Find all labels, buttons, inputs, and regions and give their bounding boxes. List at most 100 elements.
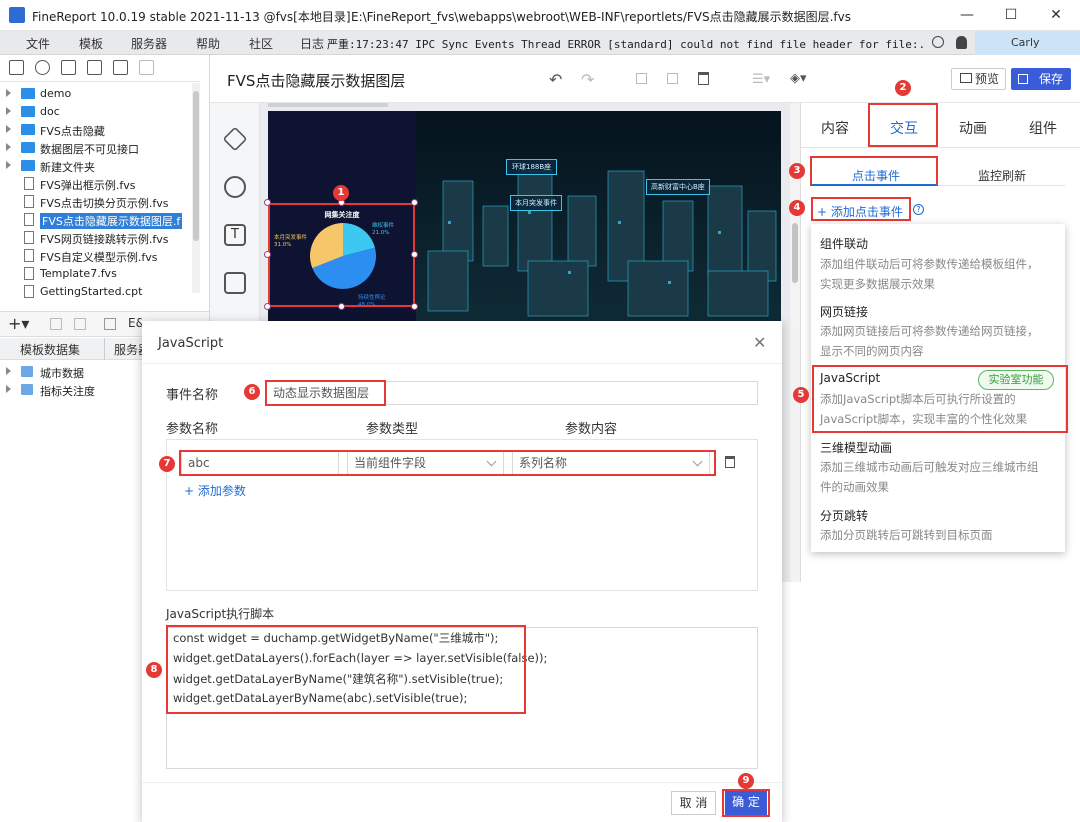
log-message: 严重:17:23:47 IPC Sync Events Thread ERROR… [327,38,927,51]
resize-handle[interactable] [411,251,418,258]
step-marker: 5 [793,387,809,403]
tree-folder[interactable]: doc [0,103,200,121]
menu-community[interactable]: 社区 [249,35,273,52]
redo-icon[interactable]: ↷ [581,70,594,89]
tree-folder[interactable]: 新建文件夹 [0,157,200,175]
tab-component[interactable]: 组件 [1029,118,1057,138]
file-icon [24,195,34,208]
tree-folder[interactable]: 数据图层不可见接口 [0,139,200,157]
file-icon [24,213,34,226]
menu-item-web-link[interactable]: 网页链接 [820,303,868,320]
menu-file[interactable]: 文件 [26,35,50,52]
menu-help[interactable]: 帮助 [196,35,220,52]
tree-file[interactable]: FVS点击切换分页示例.fvs [0,193,200,211]
bell-icon[interactable] [956,36,967,49]
tree-item-label: GettingStarted.cpt [40,285,143,298]
layer-icon[interactable]: ◈▾ [790,71,807,86]
minimize-icon[interactable]: — [953,4,981,26]
tree-item-label: demo [40,87,72,100]
menu-item-desc: 添加组件联动后可将参数传递给模板组件，实现更多数据展示效果 [820,257,1039,291]
monitor-icon [960,73,972,83]
copy-icon[interactable] [636,73,647,84]
resize-handle[interactable] [411,199,418,206]
resize-handle[interactable] [338,303,345,310]
file-icon [24,177,34,190]
delete-icon[interactable] [113,60,128,75]
search-icon[interactable] [932,36,944,48]
tab-content[interactable]: 内容 [821,118,849,138]
menu-item-widget-link[interactable]: 组件联动 [820,235,868,252]
text-icon[interactable]: T [224,224,246,246]
tree-file[interactable]: FVS自定义模型示例.fvs [0,247,200,265]
log-label[interactable]: 日志 [300,35,324,52]
delete-icon[interactable] [698,72,709,85]
tree-file[interactable]: FVS点击隐藏展示数据图层.f [0,211,200,229]
resize-handle[interactable] [264,251,271,258]
scene-label: 高新财富中心B座 [646,179,710,195]
highlight-box [722,789,770,817]
tree-folder[interactable]: demo [0,85,200,103]
chevron-right-icon[interactable] [6,125,11,133]
tree-item-label: FVS点击隐藏 [40,125,105,138]
tree-file[interactable]: GettingStarted.cpt [0,283,200,301]
resize-handle[interactable] [411,303,418,310]
add-dataset-icon[interactable]: +▾ [8,314,29,333]
tab-template-dataset[interactable]: 模板数据集 [20,341,80,358]
event-name-label: 事件名称 [166,388,219,403]
settings-icon[interactable] [87,60,102,75]
paste-icon[interactable] [667,73,678,84]
chevron-right-icon[interactable] [6,107,11,115]
undo-icon[interactable]: ↶ [549,70,562,89]
menu-item-3d-animation[interactable]: 三维模型动画 [820,439,892,456]
copy-icon[interactable] [139,60,154,75]
cancel-button[interactable]: 取 消 [671,791,716,815]
tab-animation[interactable]: 动画 [959,118,987,138]
document-title: FVS点击隐藏展示数据图层 [227,72,406,90]
menu-item-desc: 添加三维城市动画后可触发对应三维城市组件的动画效果 [820,460,1039,494]
add-param-button[interactable]: + 添加参数 [184,482,246,499]
edit-icon[interactable] [50,318,62,330]
close-icon[interactable]: ✕ [753,333,766,352]
file-icon [24,249,34,262]
folder-icon [21,124,35,135]
scene-label: 本月突发事件 [510,195,562,211]
menu-server[interactable]: 服务器 [131,35,167,52]
tree-item-label: FVS弹出框示例.fvs [40,179,136,192]
chevron-right-icon[interactable] [6,161,11,169]
tree-item-label: FVS网页链接跳转示例.fvs [40,233,169,246]
new-template-icon[interactable] [9,60,24,75]
tree-file[interactable]: FVS网页链接跳转示例.fvs [0,229,200,247]
tree-file[interactable]: FVS弹出框示例.fvs [0,175,200,193]
column-param-content: 参数内容 [565,422,618,437]
trash-icon[interactable] [74,318,86,330]
resize-handle[interactable] [264,303,271,310]
folder-icon [21,88,35,99]
maximize-icon[interactable]: ☐ [997,4,1025,26]
divider [142,363,782,364]
refresh-icon[interactable] [35,60,50,75]
user-area[interactable]: Carly [975,31,1080,55]
subtab-monitor-refresh[interactable]: 监控刷新 [978,167,1026,184]
chevron-right-icon[interactable] [6,143,11,151]
highlight-box [810,156,938,186]
menu-item-page-jump[interactable]: 分页跳转 [820,507,868,524]
help-icon[interactable]: ? [913,204,924,215]
tree-folder[interactable]: FVS点击隐藏 [0,121,200,139]
menubar: 文件 模板 服务器 帮助 社区 日志 严重:17:23:47 IPC Sync … [0,31,1080,55]
tree-item-label: doc [40,105,60,118]
preview-data-icon[interactable] [104,318,116,330]
tree-file[interactable]: Template7.fvs [0,265,200,283]
highlight-box [166,625,526,714]
resize-handle[interactable] [264,199,271,206]
pie-chart-icon[interactable] [224,176,246,198]
open-icon[interactable] [61,60,76,75]
file-icon [24,231,34,244]
align-icon[interactable]: ☰▾ [752,72,770,87]
delete-param-icon[interactable] [725,456,735,468]
close-icon[interactable]: ✕ [1042,4,1070,26]
video-icon[interactable] [224,272,246,294]
chevron-right-icon[interactable] [6,89,11,97]
step-marker: 3 [789,163,805,179]
menu-template[interactable]: 模板 [79,35,103,52]
folder-icon [21,160,35,171]
